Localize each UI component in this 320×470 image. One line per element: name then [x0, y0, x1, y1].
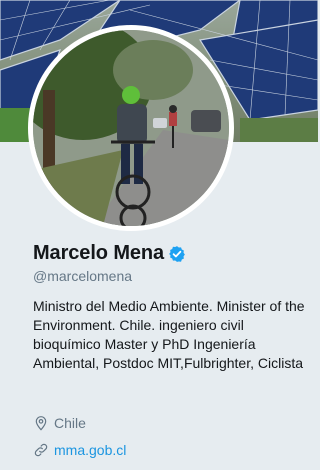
profile-handle[interactable]: @marcelomena [33, 268, 132, 284]
profile-website-link[interactable]: mma.gob.cl [54, 442, 126, 458]
profile-name[interactable]: Marcelo Mena [33, 242, 164, 265]
profile-url: mma.gob.cl [33, 442, 126, 458]
profile-name-row: Marcelo Mena [33, 242, 186, 265]
location-text: Chile [54, 415, 86, 431]
profile-bio: Ministro del Medio Ambiente. Minister of… [33, 298, 305, 371]
verified-badge-icon [169, 245, 185, 262]
link-icon [34, 443, 48, 457]
profile-avatar[interactable] [28, 25, 234, 231]
profile-location: Chile [33, 415, 86, 431]
location-pin-icon [35, 416, 47, 431]
